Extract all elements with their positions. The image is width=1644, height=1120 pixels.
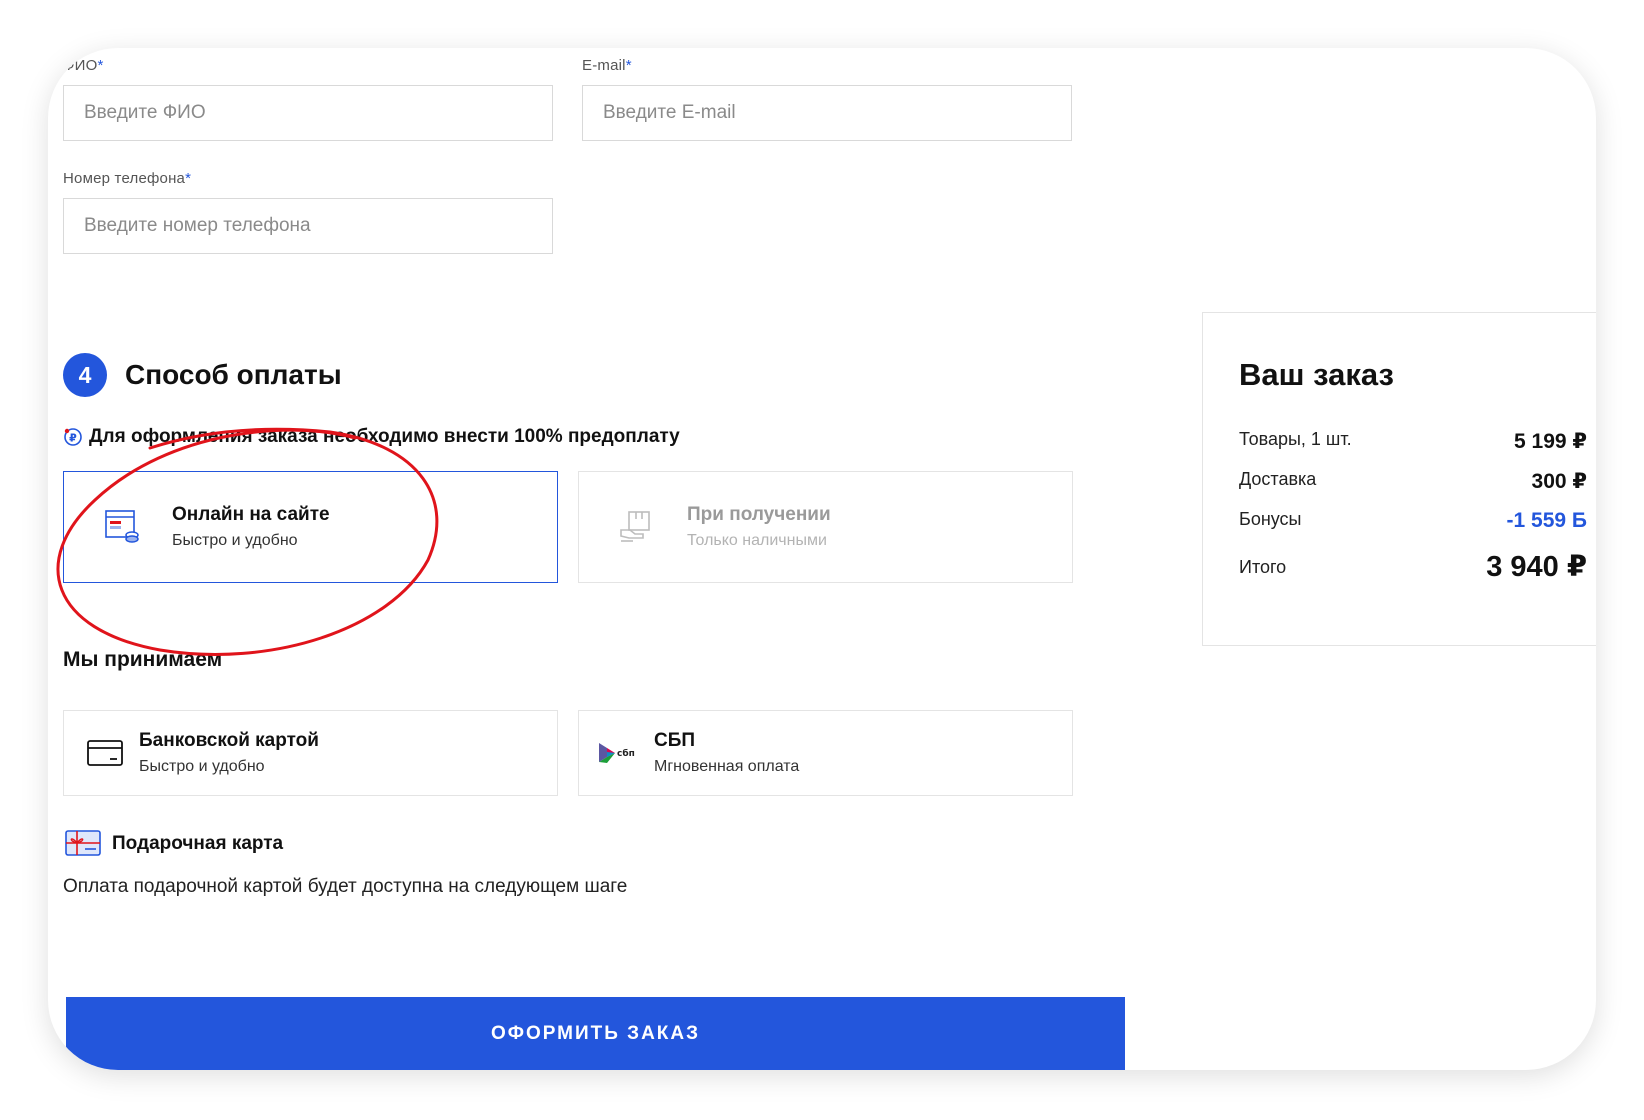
phone-label: Номер телефона* — [63, 170, 192, 187]
payment-section-title: Способ оплаты — [125, 359, 342, 390]
summary-row-bonuses-value: -1 559 Б — [1506, 509, 1587, 532]
summary-row-goods-label: Товары, 1 шт. — [1239, 429, 1352, 449]
method-sbp-title: СБП — [654, 730, 696, 751]
payment-option-on-delivery-title: При получении — [687, 504, 831, 525]
summary-total-value: 3 940 ₽ — [1486, 551, 1587, 583]
prepayment-note: ₽ Для оформления заказа необходимо внест… — [63, 426, 680, 448]
summary-row-goods: Товары, 1 шт. 5 199 ₽ — [1239, 429, 1587, 459]
gift-card-text: Оплата подарочной картой будет доступна … — [63, 876, 628, 897]
order-summary-title: Ваш заказ — [1239, 357, 1394, 392]
summary-row-goods-value: 5 199 ₽ — [1514, 430, 1587, 453]
summary-row-total: Итого 3 940 ₽ — [1239, 551, 1587, 583]
method-bank-card[interactable]: Банковской картой Быстро и удобно — [63, 710, 558, 796]
order-summary: Ваш заказ Товары, 1 шт. 5 199 ₽ Доставка… — [1202, 312, 1596, 646]
bank-card-icon — [86, 738, 124, 773]
summary-total-label: Итого — [1239, 557, 1287, 577]
fio-label: ФИО* — [63, 57, 104, 74]
payment-option-online-title: Онлайн на сайте — [172, 504, 330, 525]
prepayment-note-text: Для оформления заказа необходимо внести … — [89, 426, 680, 447]
payment-option-online[interactable]: Онлайн на сайте Быстро и удобно — [63, 471, 558, 583]
payment-option-on-delivery[interactable]: При получении Только наличными — [578, 471, 1073, 583]
summary-row-bonuses-label: Бонусы — [1239, 509, 1302, 529]
phone-input[interactable] — [63, 198, 553, 254]
sbp-logo-icon: сбп — [597, 740, 641, 771]
method-sbp-subtitle: Мгновенная оплата — [654, 758, 800, 775]
method-bank-card-title: Банковской картой — [139, 730, 319, 751]
payment-option-online-subtitle: Быстро и удобно — [172, 532, 298, 549]
summary-row-delivery-value: 300 ₽ — [1531, 470, 1587, 493]
email-input[interactable] — [582, 85, 1072, 141]
cash-on-delivery-icon — [619, 510, 655, 549]
summary-row-delivery-label: Доставка — [1239, 469, 1317, 489]
payment-option-on-delivery-subtitle: Только наличными — [687, 532, 827, 549]
summary-row-bonuses: Бонусы -1 559 Б — [1239, 509, 1587, 539]
ruble-coin-icon: ₽ — [63, 427, 83, 447]
online-payment-icon — [104, 508, 140, 549]
method-sbp[interactable]: сбп СБП Мгновенная оплата — [578, 710, 1073, 796]
summary-row-delivery: Доставка 300 ₽ — [1239, 469, 1587, 499]
step-number-badge: 4 — [63, 353, 107, 397]
email-label: E-mail* — [582, 57, 632, 74]
sbp-logo-text: сбп — [617, 748, 635, 759]
fio-input[interactable] — [63, 85, 553, 141]
accept-title: Мы принимаем — [63, 648, 223, 671]
submit-order-button[interactable]: ОФОРМИТЬ ЗАКАЗ — [66, 997, 1125, 1070]
gift-card-icon — [65, 830, 101, 863]
gift-card-title: Подарочная карта — [112, 833, 284, 854]
svg-text:₽: ₽ — [69, 432, 77, 445]
method-bank-card-subtitle: Быстро и удобно — [139, 758, 265, 775]
checkout-card: ФИО* E-mail* Номер телефона* 4 Способ оп… — [48, 48, 1596, 1070]
